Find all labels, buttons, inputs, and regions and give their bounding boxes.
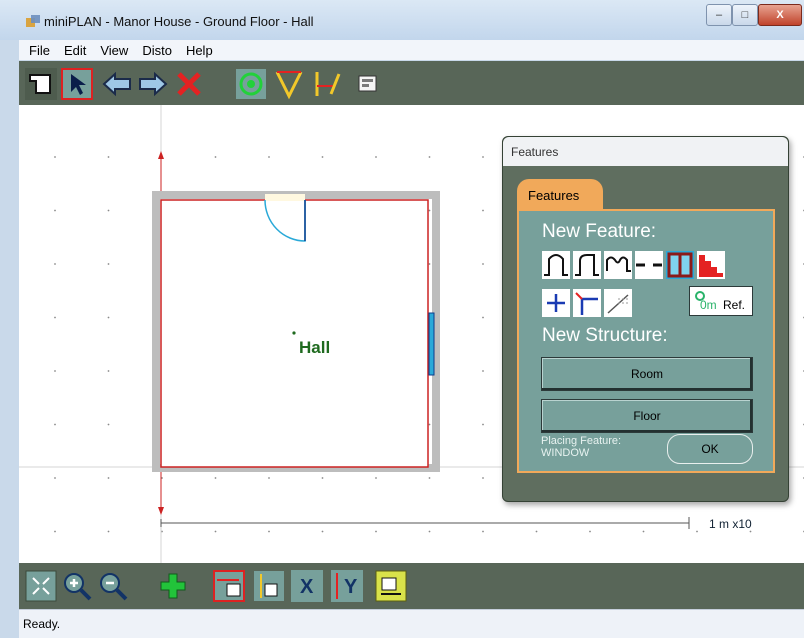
y-arrow-icon xyxy=(336,573,338,599)
minimize-button[interactable]: – xyxy=(706,4,732,26)
menu-help[interactable]: Help xyxy=(186,43,213,58)
opening-arch-icon[interactable] xyxy=(604,251,632,279)
cross-point-icon[interactable] xyxy=(542,289,570,317)
x-axis-button[interactable]: X xyxy=(291,570,323,602)
fit-view-button[interactable] xyxy=(25,570,57,602)
new-room-button[interactable] xyxy=(25,68,57,100)
y-axis-button[interactable]: Y xyxy=(331,570,363,602)
window-title: miniPLAN - Manor House - Ground Floor - … xyxy=(44,14,314,29)
room-label: Hall xyxy=(299,338,330,357)
window-feature xyxy=(428,312,435,376)
room-button[interactable]: Room xyxy=(541,357,753,391)
back-arrow-button[interactable] xyxy=(101,68,133,100)
close-button[interactable]: X xyxy=(758,4,802,26)
status-bar: Ready. xyxy=(19,609,804,638)
vertical-measure-button[interactable] xyxy=(253,570,285,602)
record-button[interactable] xyxy=(235,68,267,100)
menu-file[interactable]: File xyxy=(29,43,50,58)
wall-offset-button[interactable] xyxy=(311,68,343,100)
app-icon xyxy=(26,15,40,27)
dimension-line-icon[interactable] xyxy=(604,289,632,317)
door-opening xyxy=(265,194,305,201)
reference-value: 0m xyxy=(700,298,717,312)
features-dialog: Features Features New Feature: 0m Ref. N… xyxy=(502,136,789,502)
maximize-button[interactable]: □ xyxy=(732,4,758,26)
window-icon[interactable] xyxy=(666,251,694,279)
add-icon[interactable] xyxy=(157,570,189,602)
corner-angle-button[interactable] xyxy=(273,68,305,100)
x-axis-label: X xyxy=(300,576,314,598)
door-outward-icon[interactable] xyxy=(542,251,570,279)
delete-button[interactable] xyxy=(173,68,205,100)
placing-value: WINDOW xyxy=(541,447,590,459)
title-bar: miniPLAN - Manor House - Ground Floor - … xyxy=(0,0,804,40)
menu-view[interactable]: View xyxy=(100,43,128,58)
menu-disto[interactable]: Disto xyxy=(142,43,172,58)
corner-icon[interactable] xyxy=(573,289,601,317)
dialog-title: Features xyxy=(511,145,559,159)
dashed-line-icon[interactable] xyxy=(635,251,663,279)
tab-features-label: Features xyxy=(528,188,580,203)
new-structure-heading: New Structure: xyxy=(542,325,668,346)
placing-label: Placing Feature: xyxy=(541,435,622,447)
y-axis-label: Y xyxy=(344,576,358,598)
disto-device-icon[interactable] xyxy=(375,570,407,602)
app-window: miniPLAN - Manor House - Ground Floor - … xyxy=(0,0,804,638)
horizontal-measure-button[interactable] xyxy=(213,570,245,602)
menu-edit[interactable]: Edit xyxy=(64,43,86,58)
main-toolbar xyxy=(19,61,804,105)
select-arrow-button[interactable] xyxy=(61,68,93,100)
zoom-in-icon[interactable] xyxy=(61,570,93,602)
reference-label: Ref. xyxy=(723,298,746,312)
reference-point-button[interactable]: 0m Ref. xyxy=(689,286,753,316)
floor-button[interactable]: Floor xyxy=(541,399,753,433)
dialog-title-bar: Features xyxy=(503,137,788,166)
zoom-out-icon[interactable] xyxy=(97,570,129,602)
status-text: Ready. xyxy=(23,617,61,631)
door-inward-icon[interactable] xyxy=(573,251,601,279)
bottom-toolbar: X Y xyxy=(19,563,804,609)
features-panel: New Feature: 0m Ref. New Structure: Room… xyxy=(517,209,775,473)
new-feature-heading: New Feature: xyxy=(542,221,657,242)
scale-label: 1 m x10 xyxy=(709,517,752,531)
stairs-icon[interactable] xyxy=(697,251,725,279)
placing-status: Placing Feature: WINDOW xyxy=(541,435,621,459)
forward-arrow-button[interactable] xyxy=(137,68,169,100)
menu-bar: File Edit View Disto Help xyxy=(19,40,804,60)
tab-features[interactable]: Features xyxy=(517,179,603,209)
ok-button[interactable]: OK xyxy=(667,434,753,464)
properties-button[interactable] xyxy=(351,68,383,100)
